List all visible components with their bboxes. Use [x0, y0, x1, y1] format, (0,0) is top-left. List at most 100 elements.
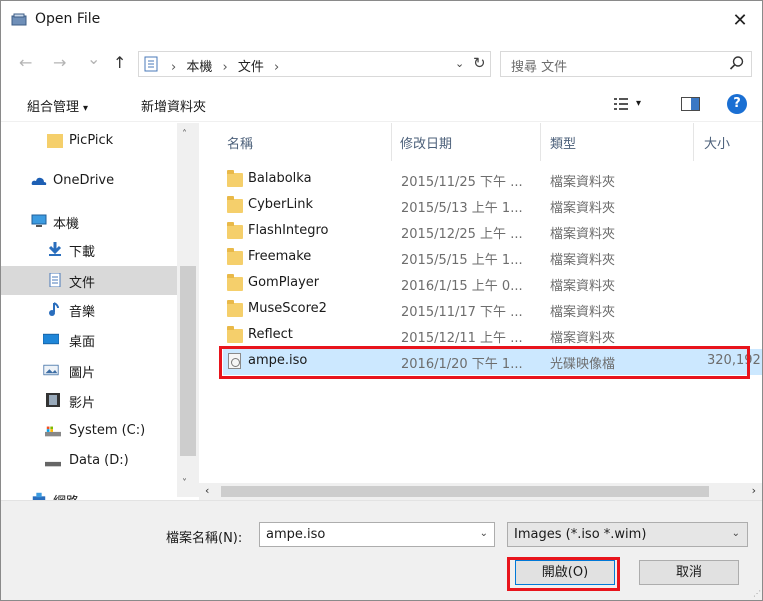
cancel-button[interactable]: 取消	[639, 560, 739, 585]
sidebar-item-picpick[interactable]: PicPick	[1, 127, 177, 156]
sidebar-item-music[interactable]: 音樂	[1, 295, 177, 324]
file-row[interactable]: Freemake 2015/5/15 上午 1... 檔案資料夾	[223, 245, 762, 271]
sidebar-item-label: 文件	[69, 276, 96, 291]
chevron-down-icon[interactable]: ⌄	[480, 528, 488, 539]
scrollbar-thumb[interactable]	[180, 266, 196, 456]
open-file-dialog: Open File ✕ ← → ⌄ ↑ › 本機 › 文件 › ⌄ ↻ 搜尋 文…	[0, 0, 763, 601]
address-bar[interactable]: › 本機 › 文件 › ⌄ ↻	[138, 51, 491, 77]
search-icon[interactable]	[729, 55, 745, 71]
file-type: 檔案資料夾	[550, 305, 616, 320]
view-chevron-down-icon[interactable]: ▾	[636, 98, 641, 109]
app-icon	[11, 13, 27, 26]
sidebar-scrollbar[interactable]: ˄ ˅	[177, 123, 199, 497]
window-title: Open File	[35, 11, 101, 27]
new-folder-button[interactable]: 新增資料夾	[141, 96, 206, 115]
column-size-label: 大小	[704, 137, 731, 152]
sidebar-item-videos[interactable]: 影片	[1, 386, 177, 415]
drive-d-icon	[45, 461, 61, 467]
navigation-bar: ← → ⌄ ↑ › 本機 › 文件 › ⌄ ↻ 搜尋 文件	[1, 45, 762, 81]
breadcrumb-separator: ›	[222, 60, 228, 75]
file-list-hscrollbar[interactable]: ‹ ›	[199, 483, 762, 500]
back-button[interactable]: ←	[19, 53, 32, 72]
file-date: 2015/11/25 下午 ...	[401, 175, 523, 190]
close-button[interactable]: ✕	[718, 1, 762, 41]
breadcrumb: › 本機 › 文件 ›	[165, 56, 285, 75]
sidebar-item-label: 音樂	[69, 305, 96, 320]
file-type: 檔案資料夾	[550, 175, 616, 190]
sort-ascending-icon: ^	[289, 123, 301, 133]
column-type-label: 類型	[550, 137, 577, 152]
sidebar-item-label: 本機	[53, 217, 80, 232]
folder-icon	[227, 326, 243, 343]
resize-grip-icon[interactable]: ⋰	[753, 589, 761, 598]
column-header-date[interactable]: 修改日期	[392, 123, 540, 161]
file-list: ^ 名稱 修改日期 類型 大小 Balabolka 2015/11/25 下午 …	[199, 123, 762, 497]
sidebar-item-desktop[interactable]: 桌面	[1, 325, 177, 354]
filetype-value: Images (*.iso *.wim)	[514, 527, 647, 542]
sidebar-item-label: PicPick	[69, 133, 114, 148]
sidebar-item-label: OneDrive	[53, 173, 115, 188]
sidebar-item-this-pc[interactable]: 本機	[1, 207, 177, 236]
file-row[interactable]: CyberLink 2015/5/13 上午 1... 檔案資料夾	[223, 193, 762, 219]
column-name-label: 名稱	[227, 137, 254, 152]
file-name: Balabolka	[248, 171, 312, 186]
scroll-right-icon[interactable]: ›	[752, 484, 756, 497]
file-type: 檔案資料夾	[550, 279, 616, 294]
file-row[interactable]: Balabolka 2015/11/25 下午 ... 檔案資料夾	[223, 167, 762, 193]
organize-menu[interactable]: 組合管理 ▾	[27, 96, 88, 115]
column-header-type[interactable]: 類型	[541, 123, 693, 161]
file-row[interactable]: MuseScore2 2015/11/17 下午 ... 檔案資料夾	[223, 297, 762, 323]
scroll-down-icon[interactable]: ˅	[182, 478, 187, 489]
sidebar-item-downloads[interactable]: 下載	[1, 235, 177, 264]
folder-icon	[227, 248, 243, 265]
file-name: GomPlayer	[248, 275, 320, 290]
dialog-footer: 檔案名稱(N): ampe.iso ⌄ Images (*.iso *.wim)…	[1, 500, 762, 600]
filetype-select[interactable]: Images (*.iso *.wim) ⌄	[507, 522, 748, 547]
sidebar-item-pictures[interactable]: 圖片	[1, 356, 177, 385]
recent-locations-button[interactable]: ⌄	[87, 49, 100, 68]
file-name: Reflect	[248, 327, 293, 342]
column-header-size[interactable]: 大小	[694, 123, 762, 161]
sidebar-item-label: 下載	[69, 245, 96, 260]
breadcrumb-this-pc[interactable]: 本機	[186, 60, 212, 75]
scroll-left-icon[interactable]: ‹	[205, 484, 209, 497]
document-icon	[49, 273, 61, 287]
computer-icon	[31, 214, 47, 227]
preview-pane-icon[interactable]	[681, 97, 700, 111]
sidebar-item-data-d[interactable]: Data (D:)	[1, 447, 177, 476]
organize-label: 組合管理	[27, 100, 80, 115]
column-header-name[interactable]: ^ 名稱	[199, 123, 391, 161]
breadcrumb-documents[interactable]: 文件	[238, 60, 264, 75]
file-type: 檔案資料夾	[550, 201, 616, 216]
search-input[interactable]: 搜尋 文件	[500, 51, 752, 77]
file-date: 2015/12/11 上午 ...	[401, 331, 523, 346]
cloud-icon	[31, 177, 47, 185]
help-icon[interactable]: ?	[727, 94, 747, 114]
file-row[interactable]: FlashIntegro 2015/12/25 上午 ... 檔案資料夾	[223, 219, 762, 245]
file-name: Freemake	[248, 249, 312, 264]
search-placeholder: 搜尋 文件	[511, 60, 568, 75]
view-options-icon[interactable]	[614, 98, 628, 111]
folder-icon	[227, 300, 243, 317]
folder-icon	[227, 274, 243, 291]
filename-field[interactable]: ampe.iso ⌄	[259, 522, 495, 547]
desktop-icon	[43, 333, 59, 345]
breadcrumb-separator: ›	[274, 60, 280, 75]
up-button[interactable]: ↑	[113, 53, 126, 72]
file-date: 2015/12/25 上午 ...	[401, 227, 523, 242]
scrollbar-thumb[interactable]	[221, 486, 709, 497]
breadcrumb-separator: ›	[171, 60, 177, 75]
sidebar-item-system-c[interactable]: System (C:)	[1, 417, 177, 446]
address-dropdown-icon[interactable]: ⌄	[455, 57, 464, 70]
file-date: 2015/5/15 上午 1...	[401, 253, 523, 268]
sidebar-item-label: 桌面	[69, 335, 96, 350]
sidebar-item-onedrive[interactable]: OneDrive	[1, 167, 177, 196]
scroll-up-icon[interactable]: ˄	[182, 129, 187, 140]
forward-button[interactable]: →	[53, 53, 66, 72]
sidebar-item-documents[interactable]: 文件	[1, 266, 177, 295]
selected-file-highlight	[219, 346, 750, 379]
filename-label: 檔案名稱(N):	[166, 531, 243, 546]
file-row[interactable]: GomPlayer 2016/1/15 上午 0... 檔案資料夾	[223, 271, 762, 297]
refresh-button[interactable]: ↻	[473, 54, 486, 72]
sidebar-item-label: System (C:)	[69, 423, 146, 438]
